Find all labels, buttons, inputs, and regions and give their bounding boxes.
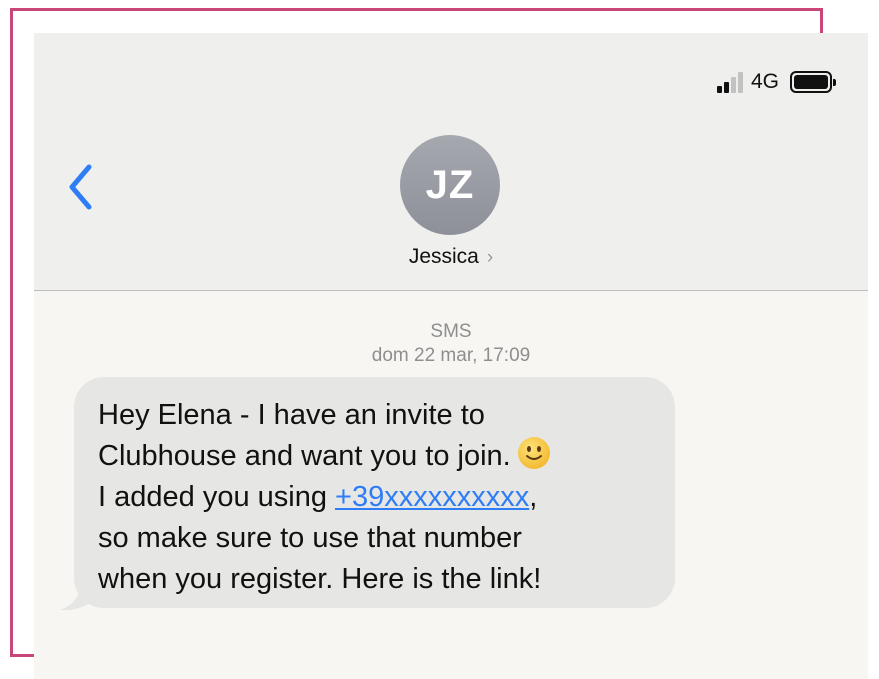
messages-screen: 4G JZ Jessica › SMS dom 22 mar, 17:09 He… [34,33,868,679]
slightly-smiling-face-icon [517,437,550,469]
contact-name: Jessica [408,245,479,268]
battery-icon [790,71,836,93]
battery-tip [833,79,836,86]
message-line-text: I added you using [98,481,336,513]
message-line: Clubhouse and want you to join. [98,436,651,477]
back-button[interactable] [64,161,98,213]
message-line: Hey Elena - I have an invite to [98,399,485,431]
message-bubble[interactable]: Hey Elena - I have an invite to Clubhous… [74,377,675,608]
contact-avatar[interactable]: JZ [400,135,500,235]
phone-number-link[interactable]: +39xxxxxxxxxx [335,481,529,513]
message-line-text: , [529,481,538,513]
signal-bar [737,72,743,93]
service-label: SMS [430,321,472,342]
conversation-header: 4G JZ Jessica › [34,33,868,291]
status-bar: 4G [716,69,836,95]
battery-fill [794,75,828,89]
chevron-right-icon: › [486,247,494,268]
message-timestamp: dom 22 mar, 17:09 [371,345,531,366]
contact-name-button[interactable]: Jessica › [34,245,868,269]
chevron-left-icon [69,164,92,210]
signal-bar [723,82,729,93]
message-line: when you register. Here is the link! [98,563,542,595]
screenshot-frame: 4G JZ Jessica › SMS dom 22 mar, 17:09 He… [0,0,879,679]
message-line-text: Clubhouse and want you to join. [98,440,511,472]
message-line: I added you using +39xxxxxxxxxx, [98,477,651,518]
network-type: 4G [750,70,779,93]
signal-bar [716,86,722,93]
signal-bar [730,77,736,93]
cellular-signal-icon [716,71,743,93]
message-line: so make sure to use that number [98,522,522,554]
